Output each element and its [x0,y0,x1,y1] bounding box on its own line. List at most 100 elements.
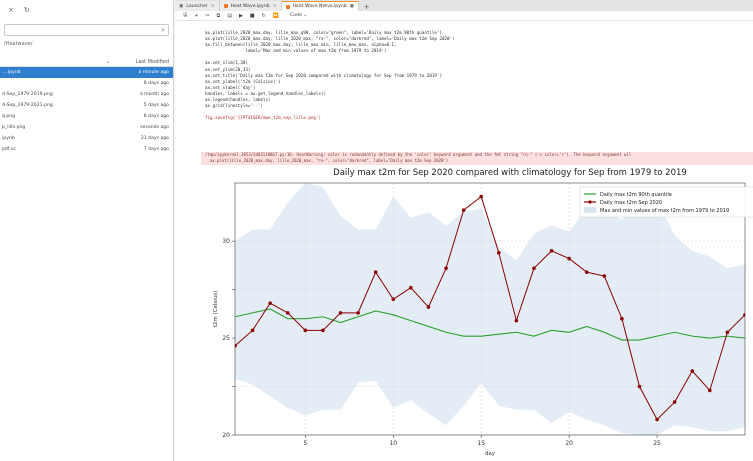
x-axis-label: day [485,451,496,457]
data-point [672,400,677,404]
data-point [391,297,396,302]
cell-type-select[interactable]: Code ⌄ [290,13,307,18]
breadcrumb[interactable]: /Heatwave/ [0,36,173,47]
data-point [235,344,237,348]
file-list-item[interactable]: pdf.nc 7 days ago [0,144,173,155]
save-icon[interactable]: 🖫 [183,12,187,20]
file-name: pdf.nc [2,147,17,152]
tab-label: Launcher [186,3,208,9]
stop-icon[interactable]: ■ [250,13,255,19]
tab-bar: ▣ Launcher × Heat Wave.ipynb × Heat Wave… [175,0,753,11]
file-list-item[interactable]: d-Sep_1979-2021.png 5 days ago [0,100,173,111]
data-point [479,194,484,199]
data-point [514,318,519,323]
tab-heat-wave-netvo[interactable]: Heat Wave Netvo.ipynb ● [281,1,359,11]
cell-type-value: Code [290,13,302,18]
y-axis-label: t2m (Celsius) [213,291,219,328]
x-tick-label: 25 [653,440,661,447]
x-tick-label: 20 [565,440,573,447]
file-list-item[interactable]: 8 days ago [0,78,173,89]
data-point [426,305,431,309]
file-list-item[interactable]: ipynb 21 days ago [0,133,173,144]
file-name: q.png [2,114,16,119]
restart-icon[interactable]: ↻ [262,13,266,19]
file-modified: a month ago [139,92,169,97]
data-point [356,311,360,315]
search-icon: ⌕ [161,25,165,34]
file-list-item[interactable]: p_lille.png seconds ago [0,122,173,133]
data-point [373,270,378,274]
file-name: d-Sep_1979-2019.png [2,92,53,97]
tab-heat-wave[interactable]: Heat Wave.ipynb × [219,1,282,11]
legend-label: Max and min values of max t2m from 1979 … [600,208,729,214]
file-modified: a minute ago [138,70,169,75]
sort-icon[interactable]: ⌄ [106,59,110,65]
close-icon[interactable]: × [211,4,215,9]
notebook-icon [285,4,290,9]
code-cell[interactable]: ax.plot(lille_2020_max.day, lille_max_q9… [205,30,753,121]
data-point [250,328,255,333]
tab-label: Heat Wave.ipynb [230,3,270,9]
file-name: ....ipynb [2,70,21,75]
file-browser-toolbar: × ↻ [0,0,173,20]
cut-icon[interactable]: ✂ [205,13,209,19]
refresh-icon[interactable]: ↻ [24,6,30,14]
file-list-header: ⌄ Last Modified [0,59,173,67]
launcher-icon: ▣ [179,3,184,9]
unsaved-dot-icon[interactable]: ● [350,4,354,9]
tab-label: Heat Wave Netvo.ipynb [292,4,347,9]
data-point [303,328,308,333]
fast-forward-icon[interactable]: ⏩ [273,13,279,19]
data-point [602,274,607,278]
y-tick-label: 20 [222,432,230,439]
data-point [584,270,589,274]
file-list-item[interactable]: d-Sep_1979-2019.png a month ago [0,89,173,100]
close-icon[interactable]: × [8,6,14,14]
legend-label: Daily max t2m Sep 2020 [600,200,662,206]
close-icon[interactable]: × [273,4,277,9]
new-tab-plus-icon[interactable]: + [359,3,375,11]
chevron-down-icon: ⌄ [303,13,308,18]
data-point [549,249,554,253]
file-modified: 7 days ago [143,147,169,152]
data-point [444,266,448,271]
data-point [496,250,501,255]
copy-icon[interactable]: ⧉ [217,13,221,19]
x-tick-label: 15 [477,440,485,447]
data-point [743,313,745,317]
paste-icon[interactable]: ▤ [227,13,232,19]
file-modified: 21 days ago [140,136,169,141]
run-icon[interactable]: ▶ [239,13,243,19]
y-tick-label: 25 [222,335,230,342]
line-chart: Daily max t2m for Sep 2020 compared with… [213,168,753,457]
x-tick-label: 5 [303,440,307,447]
chart-title: Daily max t2m for Sep 2020 compared with… [333,168,687,178]
file-modified: seconds ago [140,125,169,130]
file-name: ipynb [2,136,15,141]
data-point [567,256,571,261]
data-point [338,311,343,315]
data-point [461,208,466,212]
code-line: fig.savefig('{}PT4ISER/max_t2m_sep_lille… [205,115,321,121]
y-tick-label: 30 [222,238,230,245]
legend-label: Daily max t2m 90th quantile [600,192,672,198]
legend-swatch [583,207,597,213]
data-point [725,330,730,335]
data-point [321,328,325,333]
last-modified-header[interactable]: Last Modified [136,59,169,66]
file-list-item[interactable]: q.png 8 days ago [0,111,173,122]
notebook-toolbar: 🖫 + ✂ ⧉ ▤ ▶ ■ ↻ ⏩ Code ⌄ [175,11,753,21]
file-search-input[interactable]: ⌕ [4,24,169,36]
file-browser: × ↻ ⌕ /Heatwave/ ⌄ Last Modified ....ipy… [0,0,174,461]
add-cell-icon[interactable]: + [194,13,198,19]
jupyterlab-window: × ↻ ⌕ /Heatwave/ ⌄ Last Modified ....ipy… [0,0,753,461]
data-point [708,388,712,393]
tab-launcher[interactable]: ▣ Launcher × [175,1,220,11]
notebook-icon [223,4,228,8]
data-point [285,311,290,315]
file-modified: 8 days ago [143,114,169,119]
data-point [268,301,272,305]
data-point [620,316,624,321]
file-name: d-Sep_1979-2021.png [2,103,53,108]
file-list-item[interactable]: ....ipynb a minute ago [0,67,173,78]
